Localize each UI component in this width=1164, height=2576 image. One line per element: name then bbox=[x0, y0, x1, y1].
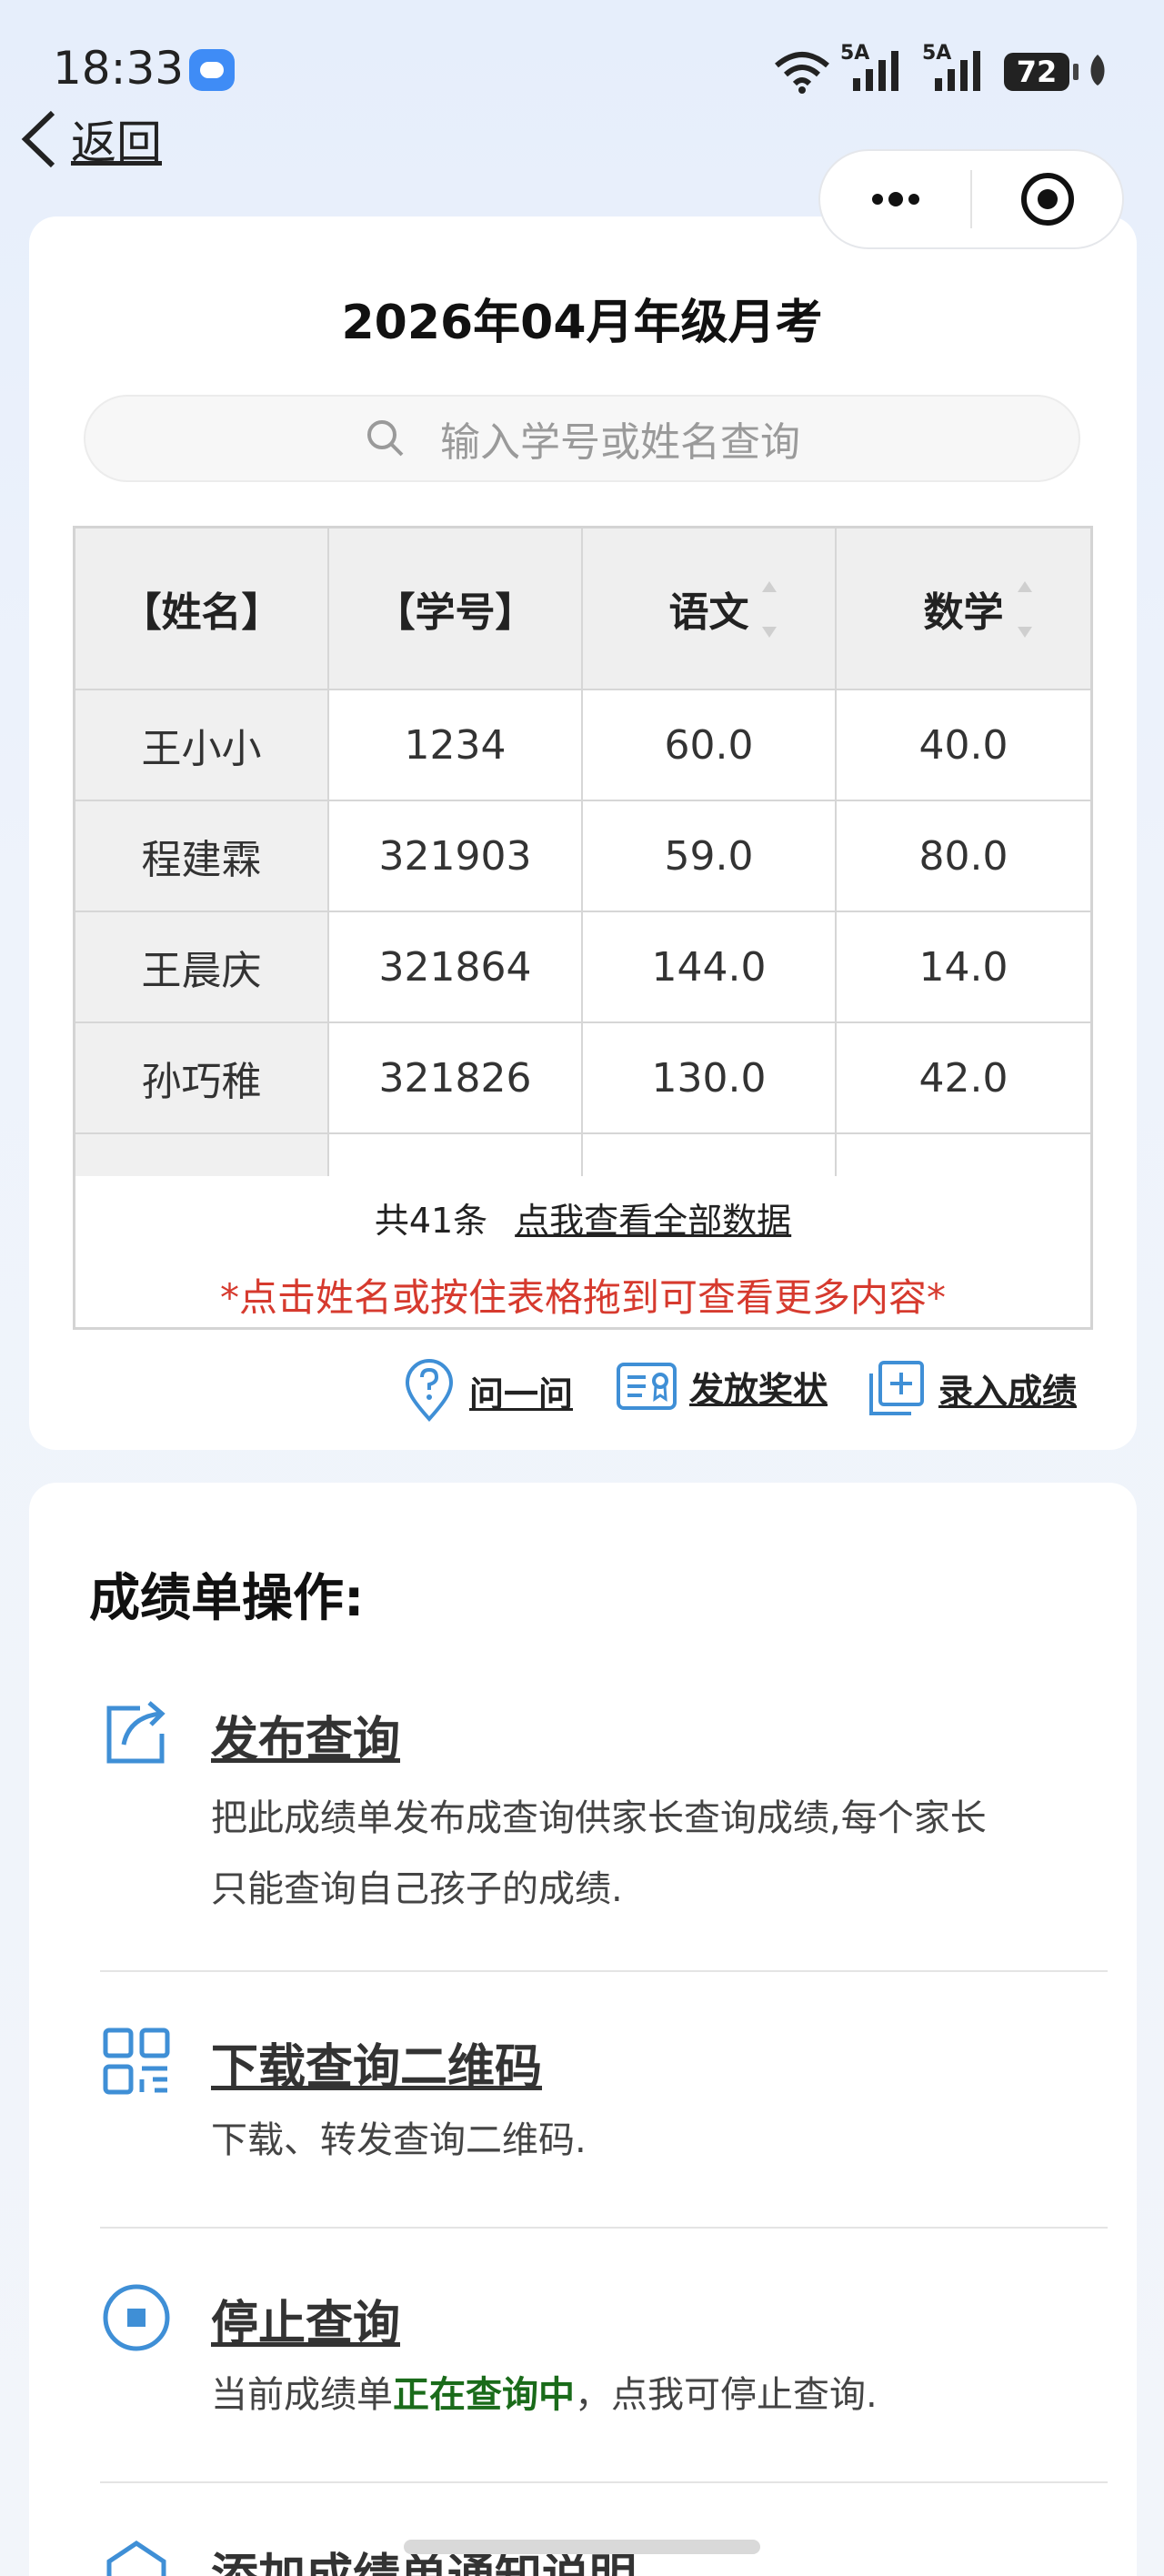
miniprogram-capsule bbox=[818, 149, 1124, 249]
record-count: 共41条 bbox=[374, 1201, 488, 1241]
target-icon bbox=[1020, 173, 1074, 226]
page-title: 2026年04月年级月考 bbox=[341, 296, 823, 350]
signal-1-label: 5A bbox=[840, 42, 870, 65]
wifi-icon bbox=[775, 52, 829, 94]
cell-name[interactable]: 孙巧稚 bbox=[75, 1023, 329, 1134]
ask-button[interactable]: 问一问 bbox=[402, 1359, 573, 1423]
share-icon bbox=[106, 1701, 166, 1764]
status-bar: 18:33 5A 5A 72 bbox=[0, 0, 1164, 136]
cell-name[interactable]: 程建霖 bbox=[75, 801, 329, 912]
column-header-chinese[interactable]: 语文 bbox=[583, 528, 837, 690]
cell-name[interactable]: 王小小 bbox=[75, 690, 329, 801]
cell-chinese: 144.0 bbox=[583, 912, 837, 1023]
score-table[interactable]: 【姓名】 【学号】 语文 数学 王小小 1234 60.0 40.0 程建霖 3… bbox=[73, 526, 1093, 1330]
query-status: 正在查询中 bbox=[393, 2374, 575, 2416]
divider bbox=[100, 1970, 1108, 1972]
stop-desc-prefix: 当前成绩单 bbox=[211, 2374, 393, 2416]
publish-query-desc: 把此成绩单发布成查询供家长查询成绩,每个家长只能查询自己孩子的成绩. bbox=[211, 1797, 987, 1910]
search-icon bbox=[367, 420, 404, 457]
signal-1-icon: 5A bbox=[840, 42, 908, 96]
cell-id: 321864 bbox=[329, 912, 583, 1023]
publish-query-item[interactable]: 发布查询 把此成绩单发布成查询供家长查询成绩,每个家长只能查询自己孩子的成绩. bbox=[100, 1697, 1109, 1970]
status-icons: 5A 5A 72 bbox=[773, 42, 1119, 100]
sort-icon bbox=[1018, 581, 1032, 638]
notice-icon bbox=[106, 2540, 166, 2576]
table-row[interactable]: 王晨庆 321864 144.0 14.0 bbox=[75, 912, 1090, 1023]
stop-icon bbox=[103, 2284, 170, 2351]
ask-label: 问一问 bbox=[469, 1374, 574, 1414]
table-actions: 问一问 发放奖状 录入成绩 bbox=[0, 1355, 1164, 1428]
cell-math: 80.0 bbox=[837, 801, 1090, 912]
award-label: 发放奖状 bbox=[689, 1369, 828, 1410]
table-footer: 共41条 点我查看全部数据 *点击姓名或按住表格拖到可查看更多内容* bbox=[75, 1176, 1090, 1327]
qrcode-icon bbox=[103, 2028, 170, 2095]
table-row[interactable]: 王小小 1234 60.0 40.0 bbox=[75, 690, 1090, 801]
column-header-math[interactable]: 数学 bbox=[837, 528, 1090, 690]
back-label: 返回 bbox=[71, 116, 162, 169]
add-box-icon bbox=[869, 1361, 924, 1415]
status-time: 18:33 bbox=[53, 42, 185, 95]
sort-icon bbox=[762, 581, 777, 638]
column-header-id[interactable]: 【学号】 bbox=[329, 528, 583, 690]
search-placeholder: 输入学号或姓名查询 bbox=[440, 419, 800, 466]
more-dots-icon bbox=[871, 192, 919, 206]
cell-name[interactable]: 王晨庆 bbox=[75, 912, 329, 1023]
cell-id: 321826 bbox=[329, 1023, 583, 1134]
table-row[interactable]: 孙巧稚 321826 130.0 42.0 bbox=[75, 1023, 1090, 1134]
back-button[interactable]: 返回 bbox=[18, 107, 162, 171]
divider bbox=[100, 2481, 1108, 2483]
cell-math: 42.0 bbox=[837, 1023, 1090, 1134]
home-indicator bbox=[404, 2540, 760, 2554]
signal-2-icon: 5A bbox=[922, 42, 989, 96]
column-header-label: 语文 bbox=[668, 589, 749, 636]
table-header-row: 【姓名】 【学号】 语文 数学 bbox=[75, 528, 1090, 690]
enter-score-label: 录入成绩 bbox=[938, 1371, 1078, 1412]
operations-title: 成绩单操作: bbox=[89, 1569, 365, 1628]
column-header-label: 数学 bbox=[923, 589, 1004, 636]
location-question-icon bbox=[405, 1359, 454, 1422]
divider bbox=[100, 2227, 1108, 2229]
download-qrcode-title[interactable]: 下载查询二维码 bbox=[211, 2028, 542, 2097]
cell-math: 40.0 bbox=[837, 690, 1090, 801]
leaf-icon bbox=[1090, 55, 1105, 86]
battery-level: 72 bbox=[1004, 53, 1069, 91]
cell-id: 1234 bbox=[329, 690, 583, 801]
search-input[interactable]: 输入学号或姓名查询 bbox=[84, 395, 1080, 482]
close-miniprogram-button[interactable] bbox=[972, 151, 1122, 247]
cell-chinese: 60.0 bbox=[583, 690, 837, 801]
stop-desc-suffix: ，点我可停止查询. bbox=[575, 2374, 878, 2416]
publish-query-title[interactable]: 发布查询 bbox=[211, 1701, 400, 1769]
battery-tip bbox=[1073, 64, 1079, 80]
message-notification-icon bbox=[189, 49, 235, 91]
cell-math: 14.0 bbox=[837, 912, 1090, 1023]
download-qrcode-item[interactable]: 下载查询二维码 下载、转发查询二维码. bbox=[100, 2025, 1109, 2170]
cell-chinese: 130.0 bbox=[583, 1023, 837, 1134]
record-count-line: 共41条 点我查看全部数据 bbox=[75, 1192, 1090, 1243]
award-button[interactable]: 发放奖状 bbox=[615, 1359, 828, 1414]
table-row[interactable]: 程建霖 321903 59.0 80.0 bbox=[75, 801, 1090, 912]
certificate-icon bbox=[617, 1363, 677, 1410]
stop-query-desc: 当前成绩单正在查询中，点我可停止查询. bbox=[211, 2360, 1011, 2430]
download-qrcode-desc: 下载、转发查询二维码. bbox=[211, 2119, 587, 2161]
chevron-left-icon bbox=[21, 110, 55, 168]
signal-2-label: 5A bbox=[922, 42, 952, 65]
view-all-link[interactable]: 点我查看全部数据 bbox=[515, 1201, 791, 1241]
enter-score-button[interactable]: 录入成绩 bbox=[868, 1359, 1077, 1417]
cell-chinese: 59.0 bbox=[583, 801, 837, 912]
stop-query-item[interactable]: 停止查询 当前成绩单正在查询中，点我可停止查询. bbox=[100, 2281, 1109, 2445]
more-button[interactable] bbox=[820, 151, 970, 247]
cell-id: 321903 bbox=[329, 801, 583, 912]
stop-query-title[interactable]: 停止查询 bbox=[211, 2285, 400, 2353]
table-hint: *点击姓名或按住表格拖到可查看更多内容* bbox=[219, 1275, 946, 1320]
column-header-name[interactable]: 【姓名】 bbox=[75, 528, 329, 690]
